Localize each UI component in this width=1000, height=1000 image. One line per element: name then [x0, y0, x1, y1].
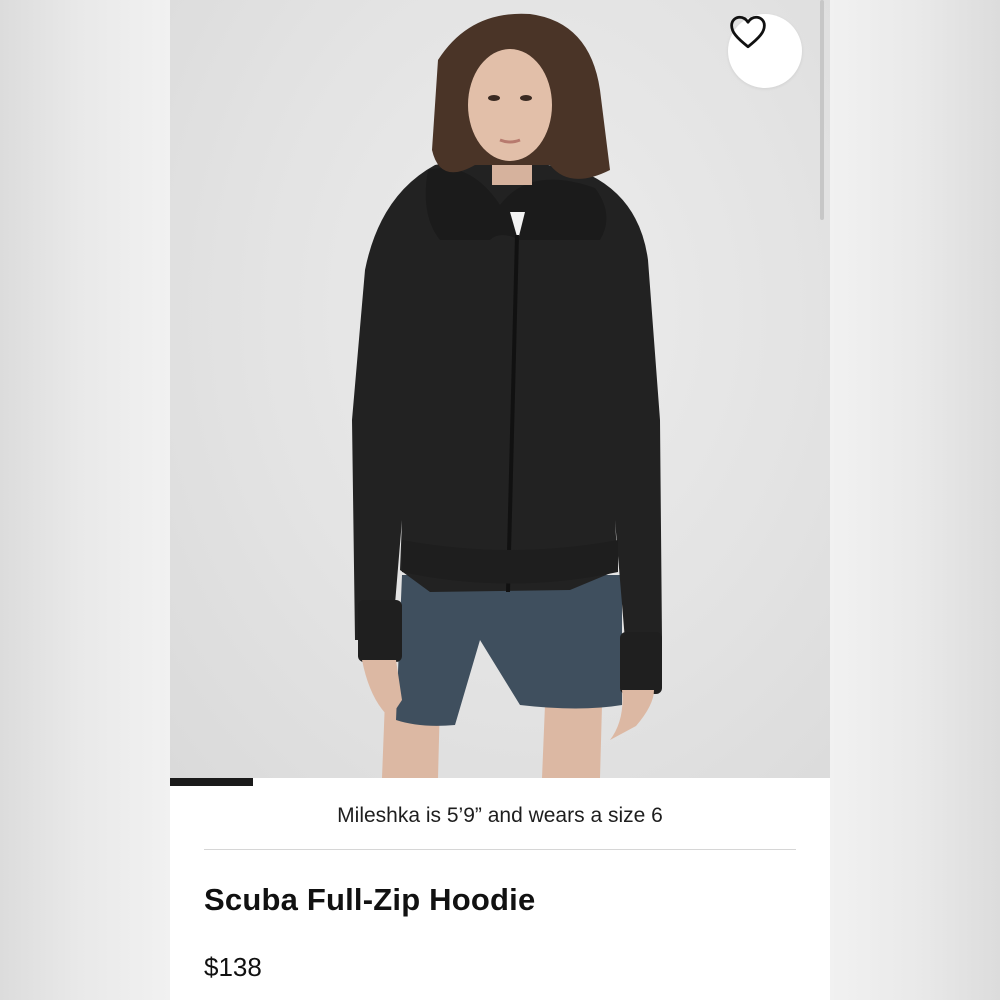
- product-image[interactable]: [170, 0, 830, 780]
- model-size-caption: Mileshka is 5’9” and wears a size 6: [337, 804, 663, 827]
- product-title: Scuba Full-Zip Hoodie: [204, 882, 536, 917]
- image-carousel-progress: [170, 778, 830, 786]
- image-scrollbar[interactable]: [820, 0, 824, 220]
- favorite-button[interactable]: [728, 14, 802, 88]
- product-card: Mileshka is 5’9” and wears a size 6 Scub…: [170, 0, 830, 1000]
- divider: [204, 849, 796, 850]
- model-photo-illustration: [352, 13, 662, 778]
- product-price: $138: [204, 952, 262, 982]
- carousel-progress-fill: [170, 778, 253, 786]
- heart-outline-icon: [730, 15, 766, 49]
